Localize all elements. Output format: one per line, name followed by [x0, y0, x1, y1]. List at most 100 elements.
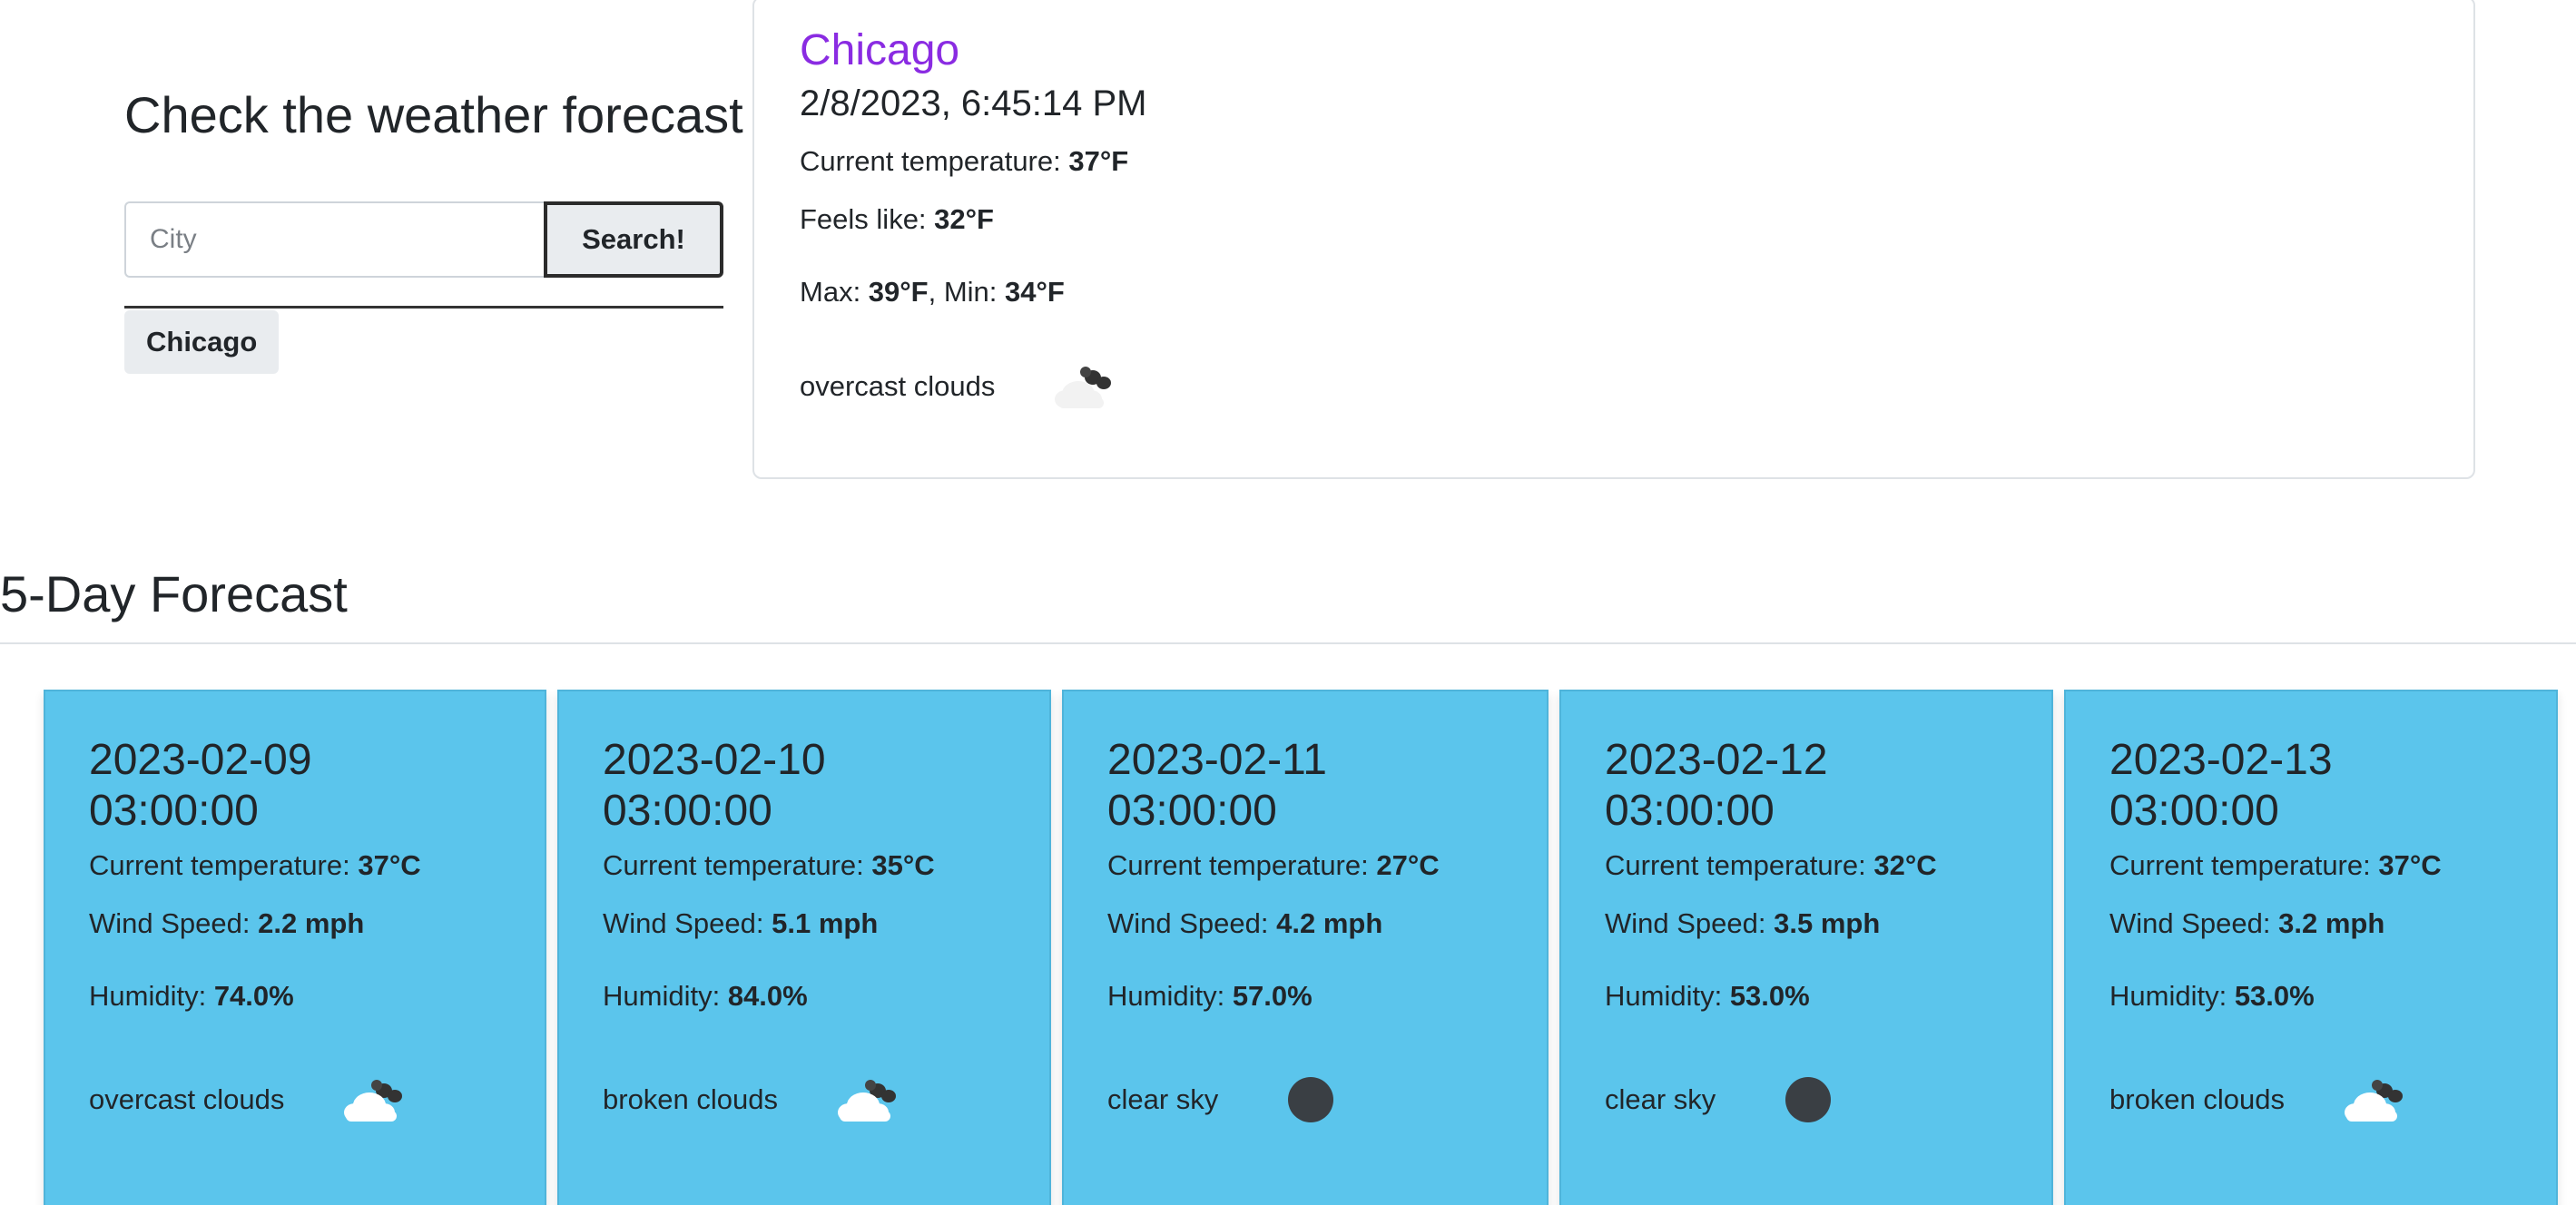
forecast-temperature: Current temperature: 37°C — [89, 847, 421, 884]
forecast-humidity: Humidity: 74.0% — [89, 978, 294, 1014]
forecast-wind-label: Wind Speed: — [2109, 907, 2279, 939]
clear-sky-night-icon — [1783, 1074, 1855, 1125]
broken-clouds-icon — [2339, 1074, 2412, 1125]
forecast-temperature-label: Current temperature: — [1107, 849, 1377, 881]
forecast-humidity-value: 57.0% — [1232, 980, 1313, 1012]
forecast-time: 03:00:00 — [603, 787, 772, 835]
forecast-description-row: clear sky — [1107, 1074, 1358, 1125]
forecast-time: 03:00:00 — [2109, 787, 2279, 835]
feels-like-label: Feels like: — [800, 203, 935, 235]
forecast-date: 2023-02-10 — [603, 736, 826, 784]
forecast-humidity-value: 53.0% — [2234, 980, 2315, 1012]
current-city-name: Chicago — [800, 26, 960, 74]
forecast-temperature-label: Current temperature: — [603, 849, 872, 881]
forecast-wind: Wind Speed: 4.2 mph — [1107, 906, 1382, 942]
forecast-wind-label: Wind Speed: — [1107, 907, 1277, 939]
forecast-temperature-value: 32°C — [1873, 849, 1937, 881]
current-description: overcast clouds — [800, 370, 996, 402]
feels-like-value: 32°F — [934, 203, 994, 235]
search-divider — [124, 306, 723, 309]
weather-dashboard: Check the weather forecast Search! Chica… — [0, 0, 2576, 1205]
min-value: 34°F — [1005, 276, 1065, 308]
forecast-time: 03:00:00 — [1605, 787, 1775, 835]
forecast-wind: Wind Speed: 2.2 mph — [89, 906, 364, 942]
search-title: Check the weather forecast — [124, 86, 743, 143]
forecast-temperature-value: 37°C — [2378, 849, 2442, 881]
broken-clouds-icon — [832, 1074, 905, 1125]
forecast-date: 2023-02-11 — [1107, 736, 1327, 784]
forecast-wind-value: 2.2 mph — [258, 907, 365, 939]
current-temperature-label: Current temperature: — [800, 145, 1069, 177]
forecast-description: broken clouds — [603, 1083, 779, 1115]
forecast-wind: Wind Speed: 3.2 mph — [2109, 906, 2384, 942]
clear-sky-night-icon — [1285, 1074, 1358, 1125]
forecast-description: broken clouds — [2109, 1083, 2286, 1115]
max-label: Max: — [800, 276, 869, 308]
forecast-wind-label: Wind Speed: — [603, 907, 772, 939]
current-weather-card: Chicago 2/8/2023, 6:45:14 PM Current tem… — [752, 0, 2475, 479]
forecast-date: 2023-02-09 — [89, 736, 312, 784]
overcast-clouds-icon — [339, 1074, 411, 1125]
search-history-list: Chicago — [124, 310, 280, 374]
forecast-date: 2023-02-12 — [1605, 736, 1828, 784]
forecast-time: 03:00:00 — [89, 787, 259, 835]
forecast-temperature-value: 27°C — [1376, 849, 1440, 881]
search-form: Search! — [124, 201, 723, 278]
forecast-temperature-value: 37°C — [358, 849, 421, 881]
forecast-date-time: 2023-02-12 03:00:00 — [1605, 735, 1828, 837]
forecast-description-row: broken clouds — [603, 1074, 905, 1125]
forecast-date-time: 2023-02-13 03:00:00 — [2109, 735, 2333, 837]
current-temperature: Current temperature: 37°F — [800, 143, 1128, 180]
forecast-temperature: Current temperature: 27°C — [1107, 847, 1440, 884]
feels-like: Feels like: 32°F — [800, 201, 994, 238]
forecast-description: clear sky — [1605, 1083, 1716, 1115]
min-label: , Min: — [928, 276, 1006, 308]
forecast-date-time: 2023-02-10 03:00:00 — [603, 735, 826, 837]
forecast-humidity-label: Humidity: — [2109, 980, 2235, 1012]
forecast-wind-value: 4.2 mph — [1276, 907, 1383, 939]
forecast-humidity: Humidity: 57.0% — [1107, 978, 1313, 1014]
forecast-description-row: overcast clouds — [89, 1074, 411, 1125]
forecast-description-row: broken clouds — [2109, 1074, 2412, 1125]
forecast-humidity-value: 53.0% — [1729, 980, 1810, 1012]
forecast-temperature-label: Current temperature: — [2109, 849, 2379, 881]
forecast-wind-value: 3.2 mph — [2278, 907, 2385, 939]
forecast-card-1: 2023-02-09 03:00:00 Current temperature: … — [44, 690, 546, 1205]
forecast-temperature: Current temperature: 35°C — [603, 847, 935, 884]
forecast-wind-label: Wind Speed: — [89, 907, 259, 939]
forecast-humidity: Humidity: 53.0% — [2109, 978, 2315, 1014]
forecast-description-row: clear sky — [1605, 1074, 1855, 1125]
forecast-wind-label: Wind Speed: — [1605, 907, 1775, 939]
forecast-divider — [0, 642, 2576, 644]
forecast-humidity: Humidity: 53.0% — [1605, 978, 1810, 1014]
forecast-humidity: Humidity: 84.0% — [603, 978, 808, 1014]
forecast-time: 03:00:00 — [1107, 787, 1277, 835]
forecast-wind: Wind Speed: 5.1 mph — [603, 906, 878, 942]
forecast-humidity-value: 84.0% — [727, 980, 808, 1012]
forecast-temperature-label: Current temperature: — [89, 849, 359, 881]
current-datetime: 2/8/2023, 6:45:14 PM — [800, 83, 1147, 123]
forecast-humidity-label: Humidity: — [603, 980, 728, 1012]
overcast-clouds-icon — [1051, 361, 1124, 412]
forecast-date: 2023-02-13 — [2109, 736, 2333, 784]
history-button-chicago[interactable]: Chicago — [124, 310, 280, 374]
forecast-temperature: Current temperature: 37°C — [2109, 847, 2442, 884]
forecast-humidity-label: Humidity: — [89, 980, 214, 1012]
city-search-input[interactable] — [124, 201, 544, 278]
forecast-temperature: Current temperature: 32°C — [1605, 847, 1937, 884]
forecast-card-3: 2023-02-11 03:00:00 Current temperature: … — [1062, 690, 1549, 1205]
forecast-description: overcast clouds — [89, 1083, 285, 1115]
forecast-temperature-value: 35°C — [871, 849, 935, 881]
forecast-wind: Wind Speed: 3.5 mph — [1605, 906, 1880, 942]
forecast-wind-value: 5.1 mph — [772, 907, 879, 939]
forecast-temperature-label: Current temperature: — [1605, 849, 1874, 881]
current-temperature-value: 37°F — [1068, 145, 1129, 177]
max-value: 39°F — [868, 276, 929, 308]
forecast-description: clear sky — [1107, 1083, 1219, 1115]
forecast-date-time: 2023-02-09 03:00:00 — [89, 735, 312, 837]
search-button[interactable]: Search! — [544, 201, 723, 278]
forecast-humidity-value: 74.0% — [213, 980, 294, 1012]
forecast-card-5: 2023-02-13 03:00:00 Current temperature: … — [2064, 690, 2558, 1205]
forecast-wind-value: 3.5 mph — [1774, 907, 1881, 939]
max-min-temperature: Max: 39°F, Min: 34°F — [800, 274, 1065, 310]
